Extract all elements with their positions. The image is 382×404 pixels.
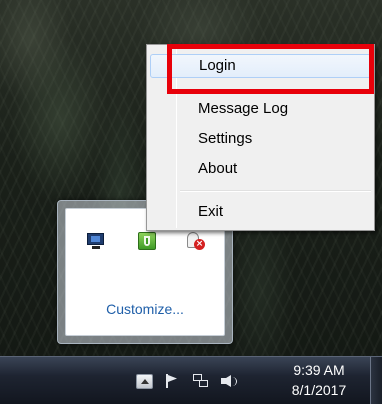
customize-link[interactable]: Customize...	[66, 301, 224, 317]
clock-date: 8/1/2017	[291, 382, 347, 398]
show-hidden-icons-button[interactable]	[136, 374, 153, 389]
menu-item-message-log[interactable]: Message Log	[150, 97, 371, 121]
show-desktop-button[interactable]	[370, 357, 382, 404]
taskbar-clock[interactable]: 9:39 AM 8/1/2017	[279, 360, 359, 400]
clock-time: 9:39 AM	[293, 362, 345, 378]
volume-icon[interactable]	[221, 374, 239, 389]
menu-separator	[180, 190, 371, 192]
user-error-icon[interactable]: ×	[185, 231, 205, 251]
login-highlight-annotation	[167, 44, 374, 94]
monitor-icon[interactable]	[86, 231, 106, 251]
taskbar: 9:39 AM 8/1/2017	[0, 356, 382, 404]
network-icon[interactable]	[193, 374, 209, 389]
shield-app-icon[interactable]	[137, 231, 157, 251]
menu-item-settings[interactable]: Settings	[150, 127, 371, 151]
menu-item-about[interactable]: About	[150, 157, 371, 181]
menu-item-exit[interactable]: Exit	[150, 200, 371, 224]
